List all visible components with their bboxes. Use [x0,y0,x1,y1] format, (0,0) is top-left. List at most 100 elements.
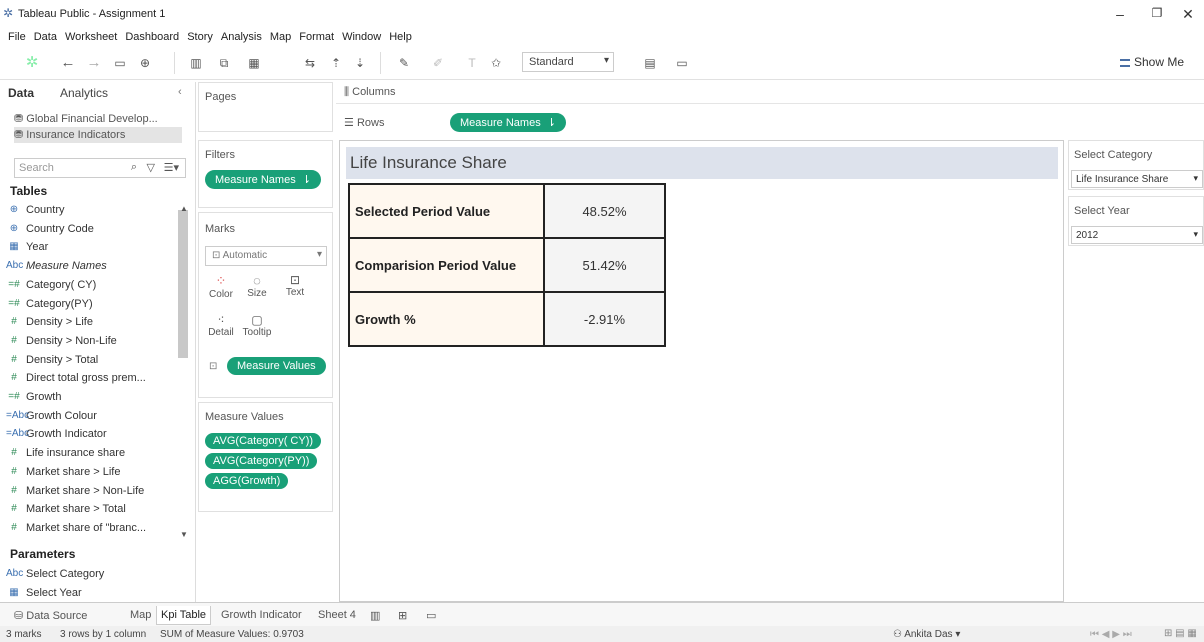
parameter-item[interactable]: ▦ Select Year [9,587,81,599]
size-card[interactable]: ◌ Size [241,273,273,299]
field-item[interactable]: # Market share > Life [11,466,120,478]
field-item[interactable]: # Density > Non-Life [11,334,117,347]
tab-map[interactable]: Map [130,609,151,621]
menu-format[interactable]: Format [299,28,334,46]
category-dropdown[interactable]: Life Insurance Share ▾ [1071,170,1203,188]
tooltip-card[interactable]: ▢ Tooltip [239,313,275,338]
datasource-item-selected[interactable]: ⛃ Insurance Indicators [14,127,182,143]
show-cards-icon[interactable]: ▤ [640,54,660,72]
table-row[interactable]: Comparision Period Value 51.42% [348,237,666,293]
field-item[interactable]: ⊕ Country Code [10,223,94,235]
menu-window[interactable]: Window [342,28,381,46]
field-item[interactable]: ⊕ Country [10,204,65,216]
year-value: 2012 [1076,230,1099,241]
show-me-button[interactable]: Show Me [1120,55,1184,69]
menu-dashboard[interactable]: Dashboard [125,28,179,46]
field-scrollbar[interactable] [178,210,188,358]
fit-dropdown[interactable]: Standard ▾ [522,52,614,72]
measure-pill[interactable]: AGG(Growth) [205,473,289,489]
view-area[interactable]: Life Insurance Share Selected Period Val… [339,140,1064,602]
detail-card[interactable]: ⁖ Detail [205,313,237,338]
search-placeholder: Search [19,162,54,174]
new-worksheet-icon[interactable]: ▥ [370,609,380,622]
color-card[interactable]: ⁘ Color [205,273,237,300]
field-item[interactable]: =Abc Growth Colour [6,410,97,422]
table-row[interactable]: Selected Period Value 48.52% [348,183,666,239]
rows-pill[interactable]: Measure Names ⇂ [450,113,567,132]
scroll-up-icon[interactable]: ▲ [180,204,188,213]
tab-analytics[interactable]: Analytics [60,86,108,100]
minimize-icon[interactable]: – [1110,6,1130,22]
menu-map[interactable]: Map [270,28,291,46]
redo-icon[interactable]: → [84,54,104,72]
menu-analysis[interactable]: Analysis [221,28,262,46]
field-item[interactable]: =# Growth [8,391,61,403]
undo-icon[interactable]: ← [58,54,78,72]
restore-icon[interactable]: ❐ [1147,6,1167,20]
new-worksheet-icon[interactable]: ▥ [186,54,206,72]
duplicate-icon[interactable]: ⧉ [214,54,234,72]
save-icon[interactable]: ▭ [110,54,130,72]
user-menu[interactable]: ⚇ Ankita Das ▾ [893,629,960,640]
swap-icon[interactable]: ⇆ [300,54,320,72]
tab-data-source[interactable]: ⛁ Data Source [14,609,87,622]
close-icon[interactable]: ✕ [1178,6,1198,23]
sheet-navigation-icon[interactable]: ⏮ ◀ ▶ ⏭ [1090,629,1132,640]
highlight-icon[interactable]: ✎ [394,54,414,72]
field-item[interactable]: Abc Measure Names [6,260,107,272]
year-parameter-card: Select Year 2012 ▾ [1068,196,1204,246]
field-item[interactable]: # Market share > Non-Life [11,485,144,497]
filter-pill[interactable]: Measure Names ⇂ [205,170,322,189]
collapse-icon[interactable]: ‹ [178,86,182,98]
tab-sheet-4[interactable]: Sheet 4 [318,609,356,621]
datasource-item[interactable]: ⛃ Global Financial Develop... [14,112,158,125]
new-dashboard-icon[interactable]: ⊞ [398,609,407,622]
field-item[interactable]: # Life insurance share [11,447,125,459]
tableau-home-icon[interactable]: ✲ [22,54,42,72]
view-toggle-icon[interactable]: ⊞ ▤ ▦ [1164,628,1197,639]
menu-file[interactable]: File [8,28,26,46]
measure-pill[interactable]: AVG(Category( CY)) [205,433,322,449]
field-label: Density > Total [26,353,99,366]
field-item[interactable]: # Density > Total [11,353,99,366]
pin-icon[interactable]: ✩ [486,54,506,72]
new-datasource-icon[interactable]: ⊕ [135,54,155,72]
field-item[interactable]: =# Category(PY) [8,298,92,310]
field-item[interactable]: # Direct total gross prem... [11,372,146,384]
table-row[interactable]: Growth % -2.91% [348,291,666,347]
clear-sheet-icon[interactable]: ▦ [244,54,264,72]
scroll-down-icon[interactable]: ▼ [180,530,188,539]
text-card[interactable]: ⊡ Text [279,273,311,298]
tab-data[interactable]: Data [8,86,34,100]
tab-kpi-table[interactable]: Kpi Table [156,606,212,625]
filters-shelf[interactable]: Filters Measure Names ⇂ [198,140,333,208]
menu-help[interactable]: Help [389,28,412,46]
annotate-icon[interactable]: ✐ [428,54,448,72]
sort-descending-icon[interactable]: ⇣ [350,54,370,72]
mark-type-dropdown[interactable]: ⊡ Automatic ▾ [205,246,327,266]
field-label: Country [26,204,65,216]
pages-shelf[interactable]: Pages [198,82,333,132]
menu-worksheet[interactable]: Worksheet [65,28,117,46]
search-input[interactable]: Search ⌕ ▽ ☰▾ [14,158,186,178]
year-dropdown[interactable]: 2012 ▾ [1071,226,1203,244]
field-item[interactable]: =Abc Growth Indicator [6,428,107,440]
columns-shelf[interactable]: ⫼ Columns [336,82,1204,104]
menu-data[interactable]: Data [34,28,57,46]
field-item[interactable]: =# Category( CY) [8,279,96,291]
field-item[interactable]: # Density > Life [11,316,93,328]
menu-story[interactable]: Story [187,28,213,46]
field-label: Density > Non-Life [26,334,117,347]
rows-shelf[interactable]: ☰ Rows Measure Names ⇂ [336,110,1204,136]
tab-growth-indicator[interactable]: Growth Indicator [221,609,302,621]
marks-pill[interactable]: Measure Values [227,357,326,375]
field-item[interactable]: # Market share > Total [11,503,126,515]
field-item[interactable]: # Market share of "branc... [11,522,146,534]
sort-ascending-icon[interactable]: ⇡ [326,54,346,72]
field-item[interactable]: ▦ Year [9,241,48,253]
labels-icon[interactable]: T [462,54,482,72]
parameter-item[interactable]: Abc Select Category [6,568,104,580]
presentation-icon[interactable]: ▭ [672,54,692,72]
new-story-icon[interactable]: ▭ [426,609,436,622]
measure-pill[interactable]: AVG(Category(PY)) [205,453,318,469]
